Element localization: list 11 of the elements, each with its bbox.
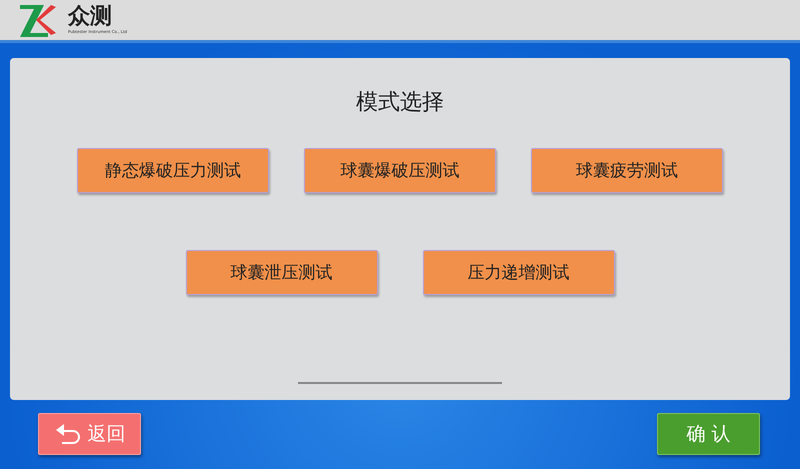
logo-text: 众测 bbox=[68, 6, 113, 28]
logo-icon bbox=[18, 3, 58, 37]
mode-button[interactable]: 球囊爆破压测试 bbox=[304, 148, 496, 193]
fill-in-line[interactable] bbox=[298, 379, 502, 384]
mode-button[interactable]: 静态爆破压力测试 bbox=[77, 148, 269, 193]
mode-button[interactable]: 球囊泄压测试 bbox=[186, 250, 378, 295]
mode-button[interactable]: 球囊疲劳测试 bbox=[531, 148, 723, 193]
confirm-button[interactable]: 确 认 bbox=[657, 413, 760, 455]
return-arrow-icon bbox=[54, 422, 82, 446]
panel-title: 模式选择 bbox=[356, 89, 444, 117]
mode-button[interactable]: 压力递增测试 bbox=[422, 250, 614, 295]
